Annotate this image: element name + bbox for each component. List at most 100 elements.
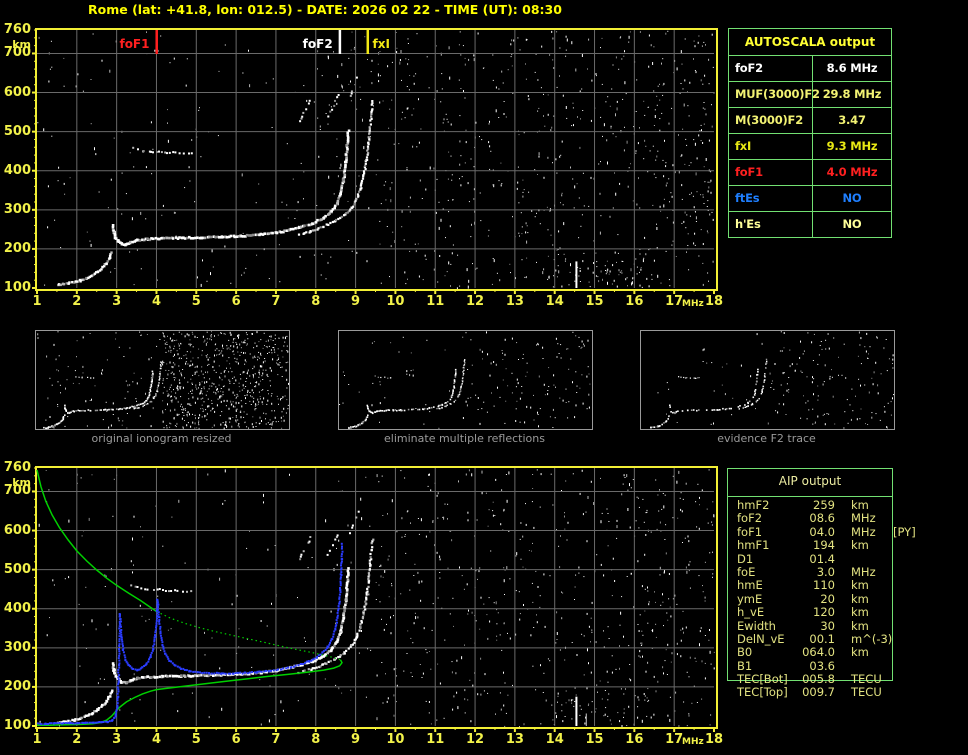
x-tick-label: 13 <box>505 732 524 747</box>
x-tick-label: 4 <box>151 732 161 747</box>
aip-row: B0 064.0 km <box>737 645 916 660</box>
x-tick-label: 4 <box>151 294 161 309</box>
y-tick-label: 200 <box>3 678 31 694</box>
aip-row-unit: MHz <box>851 524 876 539</box>
aip-row-value: 005.8 <box>802 672 835 687</box>
autoscala-row: fxI 9.3 MHz <box>729 134 891 160</box>
x-tick-label: 7 <box>271 294 281 309</box>
aip-table-body: hmF2 259 km foF2 08.6 MHz foF1 04.0 MHz [PY] hmF1 1… <box>737 498 916 700</box>
autoscala-row: h'Es NO <box>729 212 891 237</box>
x-tick-label: 2 <box>72 294 82 309</box>
aip-row-value: 3.0 <box>816 564 835 579</box>
aip-row-label: h_vE <box>737 605 765 620</box>
aip-row-value: 194 <box>813 538 835 553</box>
aip-row: foF2 08.6 MHz <box>737 511 916 526</box>
x-axis-unit-label: MHz <box>682 737 704 747</box>
autoscala-row-label: MUF(3000)F2 <box>729 82 820 107</box>
aip-row-unit: km <box>851 498 869 512</box>
thumbnail-filtered-ionogram <box>338 330 593 430</box>
x-tick-label: 3 <box>112 732 122 747</box>
y-tick-label: 400 <box>3 162 31 178</box>
autoscala-row-value: 29.8 MHz <box>822 87 882 101</box>
page-title: Rome (lat: +41.8, lon: 012.5) - DATE: 20… <box>88 2 562 17</box>
x-tick-label: 10 <box>386 294 405 309</box>
aip-row-label: foF2 <box>737 511 763 526</box>
thumbnail-caption-original: original ionogram resized <box>91 432 232 445</box>
x-tick-label: 10 <box>386 732 405 747</box>
autoscala-row-label: fxI <box>729 134 813 159</box>
aip-row: Ewidth 30 km <box>737 618 916 633</box>
y-tick-label: 600 <box>3 522 31 538</box>
y-tick-label: 400 <box>3 600 31 616</box>
aip-row-value: 009.7 <box>802 685 835 700</box>
y-tick-label: 300 <box>3 639 31 655</box>
x-tick-label: 18 <box>704 294 724 309</box>
aip-row-unit: MHz <box>851 564 876 579</box>
aip-row: TEC[Bot] 005.8 TECU <box>737 672 916 687</box>
aip-row-unit <box>851 660 891 673</box>
y-tick-label: 500 <box>3 123 31 139</box>
x-axis-unit-label: MHz <box>682 299 704 309</box>
aip-row-extra: [PY] <box>893 524 916 539</box>
x-tick-label: 6 <box>231 732 241 747</box>
aip-row-label: DelN_vE <box>737 631 785 646</box>
aip-row-unit: km <box>851 645 869 660</box>
x-tick-label: 1 <box>32 732 42 747</box>
autoscala-row-value: 4.0 MHz <box>826 165 878 179</box>
aip-row-label: foF1 <box>737 524 763 539</box>
autoscala-table: AUTOSCALA output foF2 8.6 MHz MUF(3000)F2 2… <box>728 28 892 238</box>
autoscala-row: ftEs NO <box>729 186 891 212</box>
thumbnail-caption-f2: evidence F2 trace <box>717 432 816 445</box>
aip-row-value: 110 <box>813 578 835 593</box>
autoscala-row-value: 3.47 <box>838 113 866 127</box>
aip-row-value: 064.0 <box>802 645 835 660</box>
fxi-marker-label: fxI <box>372 37 390 51</box>
x-tick-label: 1 <box>32 294 42 309</box>
x-tick-label: 3 <box>112 294 122 309</box>
aip-row-label: hmF2 <box>737 498 770 512</box>
aip-row: ymE 20 km <box>737 591 916 606</box>
aip-row-unit: m^(-3) <box>851 631 893 646</box>
autoscala-row: foF2 8.6 MHz <box>729 56 891 82</box>
x-tick-label: 15 <box>585 294 604 309</box>
aip-row-label: B0 <box>737 645 753 660</box>
x-tick-label: 6 <box>231 294 241 309</box>
aip-row-value: 08.6 <box>809 511 835 526</box>
x-tick-label: 13 <box>505 294 524 309</box>
aip-row: TEC[Top] 009.7 TECU <box>737 685 916 700</box>
x-tick-label: 8 <box>311 732 321 747</box>
y-tick-label: 300 <box>3 201 31 217</box>
fof1-marker-label: foF1 <box>119 37 150 51</box>
autoscala-row: MUF(3000)F2 29.8 MHz <box>729 82 891 108</box>
top-ionogram-plot: foF1 foF2 fxI 1 2 3 4 5 6 7 8 9 10 11 12 13 14 15 16 17 18 MH… <box>4 22 723 309</box>
y-tick-label: 100 <box>3 280 31 295</box>
thumbnail-f2-trace <box>640 330 895 430</box>
autoscala-row-value: NO <box>842 191 862 205</box>
aip-row-label: hmE <box>737 578 763 593</box>
aip-row-unit: MHz <box>851 511 876 526</box>
aip-row-value: 30 <box>820 618 835 633</box>
thumbnail-original-ionogram <box>35 330 290 430</box>
autoscala-row-label: h'Es <box>729 212 813 237</box>
x-tick-label: 18 <box>704 732 724 747</box>
fof2-marker-label: foF2 <box>302 37 333 51</box>
y-tick-label: 200 <box>3 240 31 256</box>
aip-row-value: 03.6 <box>809 658 835 673</box>
aip-row: B1 03.6 <box>737 658 916 673</box>
aip-row-label: foE <box>737 564 756 579</box>
y-tick-label: 760 <box>3 22 31 37</box>
y-tick-label: 760 <box>3 460 31 475</box>
autoscala-row-value: 8.6 MHz <box>826 61 878 75</box>
aip-row-unit: km <box>851 538 869 553</box>
aip-row-value: 120 <box>813 605 835 620</box>
aip-row-value: 20 <box>820 591 835 606</box>
autoscala-row-value: NO <box>842 217 862 231</box>
x-tick-label: 9 <box>351 732 361 747</box>
x-tick-label: 11 <box>426 732 445 747</box>
autoscala-row: foF1 4.0 MHz <box>729 160 891 186</box>
aip-table-header: AIP output <box>778 474 842 488</box>
y-axis-unit-label: km <box>12 476 31 489</box>
aip-row-label: D1 <box>737 551 754 566</box>
x-tick-label: 5 <box>191 732 201 747</box>
aip-row: foF1 04.0 MHz [PY] <box>737 524 916 539</box>
